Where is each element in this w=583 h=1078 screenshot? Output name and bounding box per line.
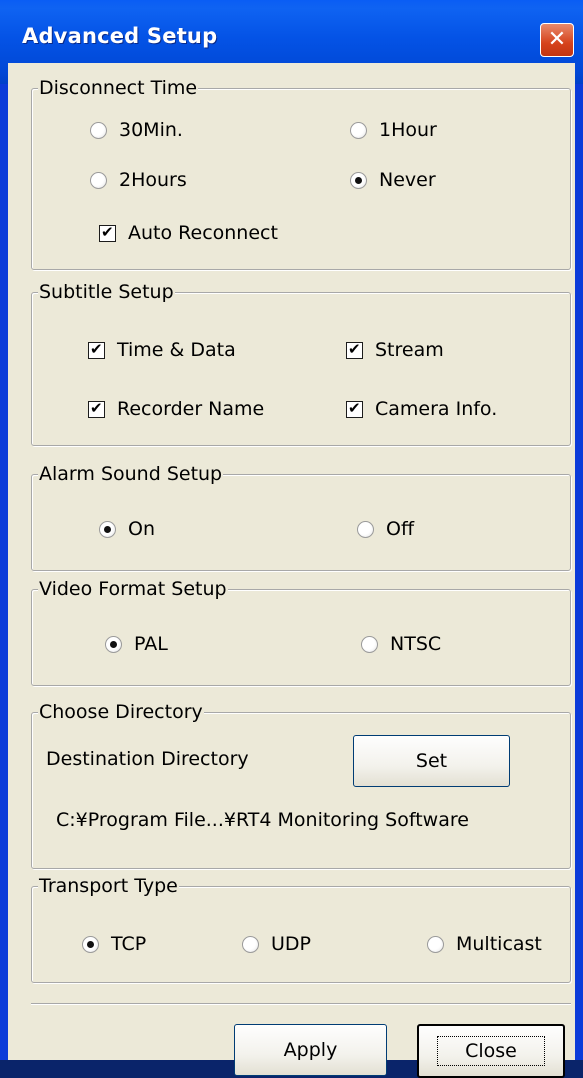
radio-alarm-on-label: On xyxy=(128,518,155,540)
checkbox-recorder-name-indicator[interactable] xyxy=(88,398,105,418)
checkbox-stream[interactable]: Stream xyxy=(346,339,444,361)
transport-type-group: Transport Type TCP UDP Multicast xyxy=(31,875,571,983)
alarm-sound-group: Alarm Sound Setup On Off xyxy=(31,463,571,571)
radio-pal-indicator[interactable] xyxy=(105,635,122,653)
checkbox-stream-label: Stream xyxy=(375,339,444,361)
radio-never-indicator[interactable] xyxy=(350,171,367,189)
radio-2hours[interactable]: 2Hours xyxy=(90,169,187,191)
radio-alarm-on[interactable]: On xyxy=(99,518,155,540)
radio-alarm-off-indicator[interactable] xyxy=(357,520,374,538)
checkbox-recorder-name-label: Recorder Name xyxy=(117,398,265,420)
radio-pal[interactable]: PAL xyxy=(105,633,168,655)
checkbox-camera-info[interactable]: Camera Info. xyxy=(346,398,497,420)
subtitle-setup-legend: Subtitle Setup xyxy=(38,281,175,303)
checkbox-camera-info-label: Camera Info. xyxy=(375,398,498,420)
choose-directory-legend: Choose Directory xyxy=(38,701,204,723)
disconnect-time-group: Disconnect Time 30Min. 1Hour 2Hours Neve… xyxy=(31,77,571,270)
close-button[interactable]: Close xyxy=(417,1024,565,1078)
radio-2hours-indicator[interactable] xyxy=(90,171,107,189)
footer-separator xyxy=(31,1003,571,1005)
radio-1hour[interactable]: 1Hour xyxy=(350,119,437,141)
radio-tcp-label: TCP xyxy=(111,933,147,955)
radio-udp-label: UDP xyxy=(271,933,311,955)
destination-path: C:¥Program File...¥RT4 Monitoring Softwa… xyxy=(56,809,469,831)
radio-pal-label: PAL xyxy=(134,633,168,655)
radio-multicast-label: Multicast xyxy=(456,933,542,955)
radio-udp[interactable]: UDP xyxy=(242,933,311,955)
radio-ntsc-label: NTSC xyxy=(390,633,442,655)
radio-2hours-label: 2Hours xyxy=(119,169,187,191)
transport-type-legend: Transport Type xyxy=(38,875,179,897)
radio-multicast[interactable]: Multicast xyxy=(427,933,542,955)
checkbox-camera-info-indicator[interactable] xyxy=(346,398,363,418)
radio-alarm-on-indicator[interactable] xyxy=(99,520,116,538)
radio-never-label: Never xyxy=(379,169,436,191)
close-window-icon[interactable]: ✕ xyxy=(540,23,574,57)
radio-udp-indicator[interactable] xyxy=(242,935,259,953)
checkbox-time-data-indicator[interactable] xyxy=(88,339,105,359)
dialog-body: Disconnect Time 30Min. 1Hour 2Hours Neve… xyxy=(8,63,575,1078)
radio-alarm-off[interactable]: Off xyxy=(357,518,414,540)
video-format-legend: Video Format Setup xyxy=(38,578,228,600)
radio-tcp-indicator[interactable] xyxy=(82,935,99,953)
video-format-group: Video Format Setup PAL NTSC xyxy=(31,578,571,686)
disconnect-time-legend: Disconnect Time xyxy=(38,77,199,99)
radio-multicast-indicator[interactable] xyxy=(427,935,444,953)
checkbox-stream-indicator[interactable] xyxy=(346,339,363,359)
radio-alarm-off-label: Off xyxy=(386,518,415,540)
subtitle-setup-group: Subtitle Setup Time & Data Stream Record… xyxy=(31,281,571,446)
choose-directory-group: Choose Directory Destination Directory S… xyxy=(31,701,571,869)
radio-30min-indicator[interactable] xyxy=(90,121,107,139)
window-title: Advanced Setup xyxy=(22,24,218,48)
destination-directory-label: Destination Directory xyxy=(46,748,249,770)
radio-tcp[interactable]: TCP xyxy=(82,933,146,955)
radio-1hour-indicator[interactable] xyxy=(350,121,367,139)
advanced-setup-window: Advanced Setup ✕ Disconnect Time 30Min. … xyxy=(0,0,583,1078)
close-button-label: Close xyxy=(437,1036,545,1066)
radio-30min-label: 30Min. xyxy=(119,119,183,141)
auto-reconnect-label: Auto Reconnect xyxy=(128,222,278,244)
radio-never[interactable]: Never xyxy=(350,169,436,191)
checkbox-time-data[interactable]: Time & Data xyxy=(88,339,236,361)
set-directory-button[interactable]: Set xyxy=(353,735,510,787)
radio-ntsc-indicator[interactable] xyxy=(361,635,378,653)
alarm-sound-legend: Alarm Sound Setup xyxy=(38,463,224,485)
radio-ntsc[interactable]: NTSC xyxy=(361,633,441,655)
checkbox-time-data-label: Time & Data xyxy=(117,339,236,361)
checkbox-recorder-name[interactable]: Recorder Name xyxy=(88,398,264,420)
apply-button[interactable]: Apply xyxy=(234,1024,387,1076)
radio-30min[interactable]: 30Min. xyxy=(90,119,183,141)
auto-reconnect-check-indicator[interactable] xyxy=(99,222,116,242)
radio-1hour-label: 1Hour xyxy=(379,119,437,141)
auto-reconnect-checkbox[interactable]: Auto Reconnect xyxy=(99,222,278,244)
